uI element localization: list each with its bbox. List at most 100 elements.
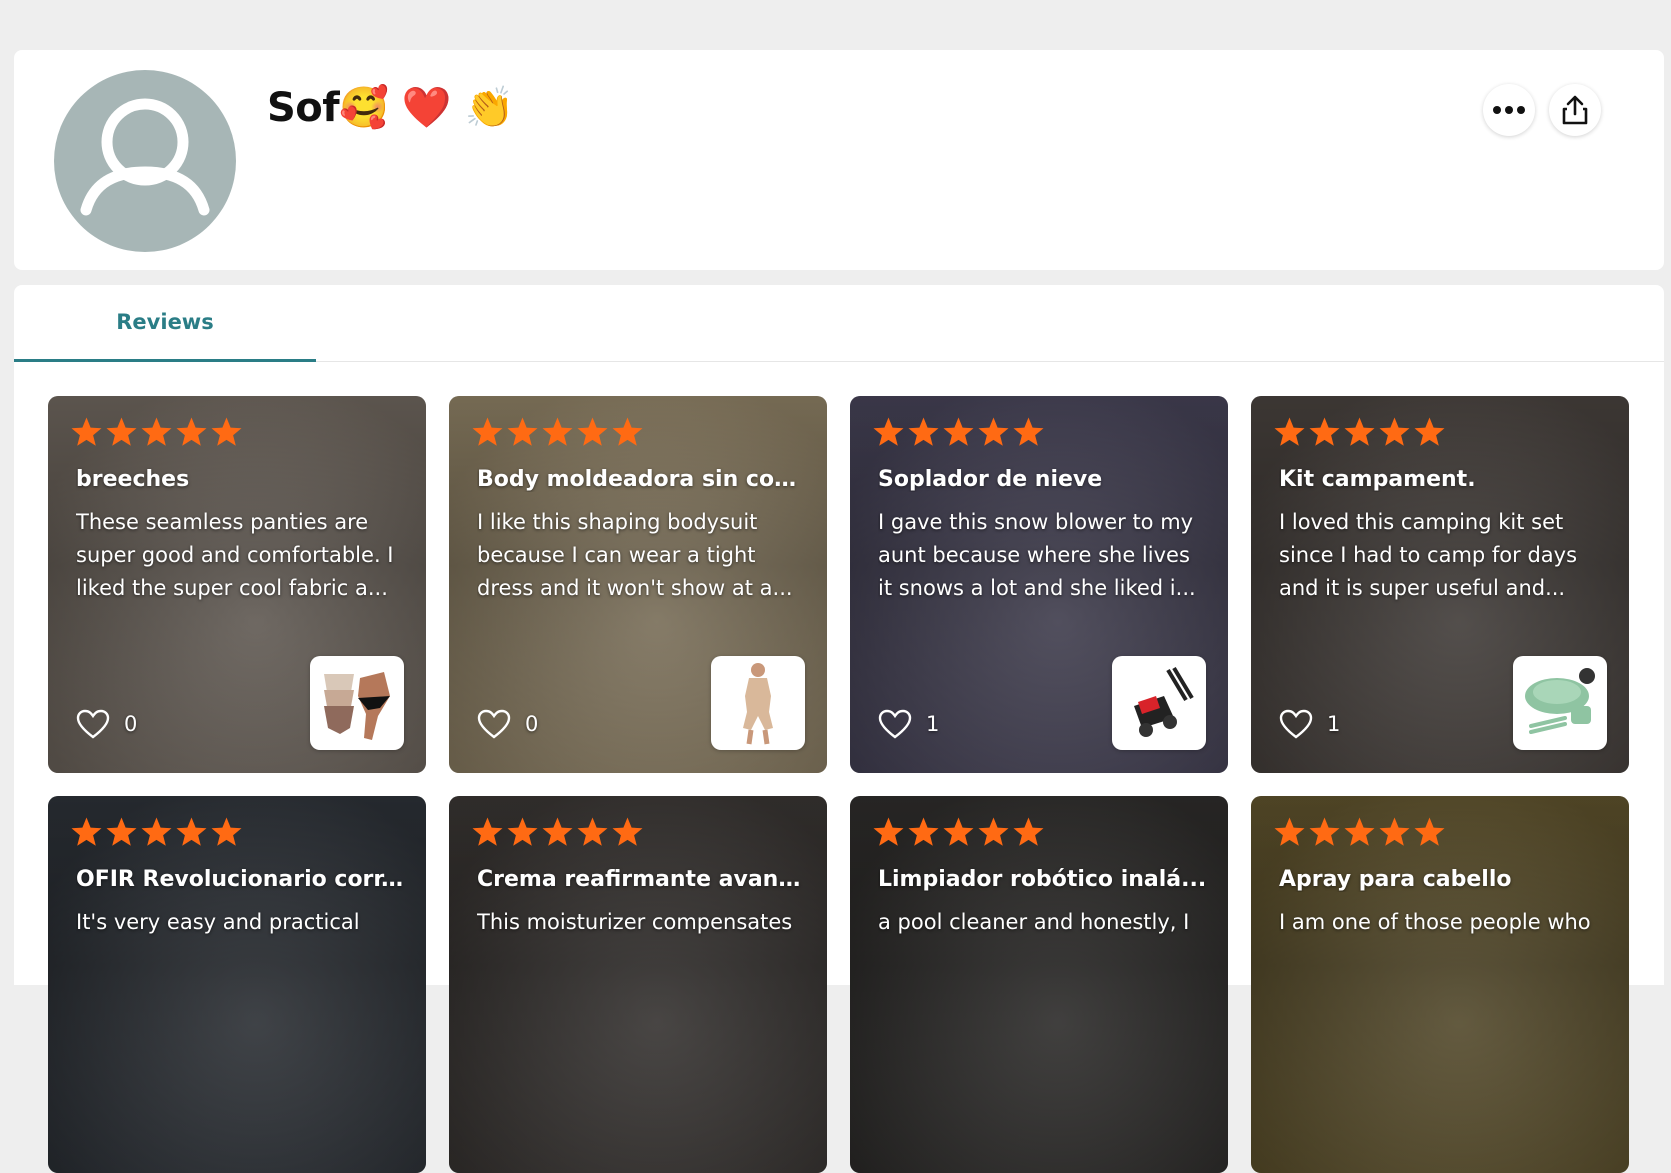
review-snippet: I gave this snow blower to my aunt becau… [878, 510, 1196, 600]
star-icon [472, 817, 503, 846]
review-title: Soplador de nieve [878, 467, 1103, 492]
star-icon [507, 817, 538, 846]
star-icon [908, 817, 939, 846]
star-icon [1013, 417, 1044, 446]
star-icon [1414, 817, 1445, 846]
star-icon [71, 817, 102, 846]
star-icon [542, 817, 573, 846]
review-snippet: I am one of those people who [1279, 910, 1591, 934]
like-button[interactable]: 0 [477, 709, 538, 739]
like-button[interactable]: 1 [878, 709, 939, 739]
like-button[interactable]: 1 [1279, 709, 1340, 739]
star-icon [612, 417, 643, 446]
tab-reviews[interactable]: Reviews [14, 285, 316, 362]
review-title: Apray para cabello [1279, 867, 1512, 892]
review-card[interactable]: OFIR Revolucionario corr... It's very ea… [48, 796, 426, 1173]
like-count: 0 [525, 712, 539, 736]
bodysuit-product-icon [743, 663, 773, 745]
star-icon [908, 417, 939, 446]
like-button[interactable]: 0 [76, 709, 137, 739]
star-icon [1013, 817, 1044, 846]
review-title: Crema reafirmante avanz... [477, 867, 807, 892]
star-icon [943, 817, 974, 846]
star-rating [872, 416, 1045, 449]
user-silhouette-icon [80, 98, 210, 216]
review-snippet: I loved this camping kit set since I had… [1279, 510, 1578, 600]
star-icon [1344, 817, 1375, 846]
star-icon [1309, 817, 1340, 846]
product-thumbnail[interactable] [1112, 656, 1206, 750]
review-title: Limpiador robótico inalá... [878, 867, 1207, 892]
star-icon [472, 417, 503, 446]
product-thumbnail[interactable] [1513, 656, 1607, 750]
review-grid: breeches These seamless panties are supe… [48, 396, 1629, 1173]
star-icon [577, 817, 608, 846]
product-thumbnail[interactable] [711, 656, 805, 750]
star-icon [1274, 817, 1305, 846]
photo-overlay [850, 796, 1228, 1173]
star-rating [471, 416, 644, 449]
star-rating [471, 816, 644, 849]
snow-blower-product-icon [1134, 666, 1194, 737]
review-title: Kit campament. [1279, 467, 1476, 492]
star-icon [542, 417, 573, 446]
review-snippet: a pool cleaner and honestly, I [878, 910, 1190, 934]
star-icon [211, 817, 242, 846]
review-title: OFIR Revolucionario corr... [76, 867, 406, 892]
star-icon [106, 817, 137, 846]
reviews-section: Reviews breeches These seamless panties … [14, 285, 1664, 1173]
like-count: 1 [1327, 712, 1341, 736]
photo-overlay [449, 796, 827, 1173]
camping-kit-product-icon [1525, 668, 1595, 734]
review-title: breeches [76, 467, 190, 492]
heart-icon [1279, 709, 1313, 739]
profile-name: Sof🥰 ❤️ 👏 [267, 85, 514, 131]
star-icon [1414, 417, 1445, 446]
star-icon [141, 817, 172, 846]
star-icon [873, 417, 904, 446]
star-icon [612, 817, 643, 846]
star-icon [1274, 417, 1305, 446]
star-icon [211, 417, 242, 446]
star-icon [141, 417, 172, 446]
review-card[interactable]: Crema reafirmante avanz... This moisturi… [449, 796, 827, 1173]
star-icon [978, 817, 1009, 846]
star-icon [577, 417, 608, 446]
review-card[interactable]: Soplador de nieve I gave this snow blowe… [850, 396, 1228, 773]
star-icon [978, 417, 1009, 446]
product-thumbnail[interactable] [310, 656, 404, 750]
star-icon [1379, 417, 1410, 446]
star-icon [1379, 817, 1410, 846]
review-card[interactable]: Limpiador robótico inalá... a pool clean… [850, 796, 1228, 1173]
review-card[interactable]: Apray para cabello I am one of those peo… [1251, 796, 1629, 1173]
like-count: 1 [926, 712, 940, 736]
review-card[interactable]: Kit campament. I loved this camping kit … [1251, 396, 1629, 773]
review-snippet: This moisturizer compensates [477, 910, 793, 934]
star-rating [1273, 816, 1446, 849]
share-button[interactable] [1549, 84, 1601, 136]
star-rating [872, 816, 1045, 849]
tab-bar: Reviews [14, 285, 1664, 362]
star-icon [943, 417, 974, 446]
star-icon [71, 417, 102, 446]
share-icon [1562, 95, 1588, 125]
more-options-button[interactable] [1483, 84, 1535, 136]
star-icon [873, 817, 904, 846]
star-icon [1309, 417, 1340, 446]
heart-icon [477, 709, 511, 739]
avatar [54, 70, 236, 252]
like-count: 0 [124, 712, 138, 736]
review-title: Body moldeadora sin cos... [477, 467, 807, 492]
photo-overlay [1251, 796, 1629, 1173]
review-card[interactable]: breeches These seamless panties are supe… [48, 396, 426, 773]
review-card[interactable]: Body moldeadora sin cos... I like this s… [449, 396, 827, 773]
photo-overlay [48, 796, 426, 1173]
star-icon [1344, 417, 1375, 446]
star-rating [1273, 416, 1446, 449]
star-rating [70, 816, 243, 849]
star-icon [106, 417, 137, 446]
panties-product-icon [324, 672, 390, 740]
heart-icon [878, 709, 912, 739]
star-rating [70, 416, 243, 449]
review-snippet: It's very easy and practical [76, 910, 360, 934]
